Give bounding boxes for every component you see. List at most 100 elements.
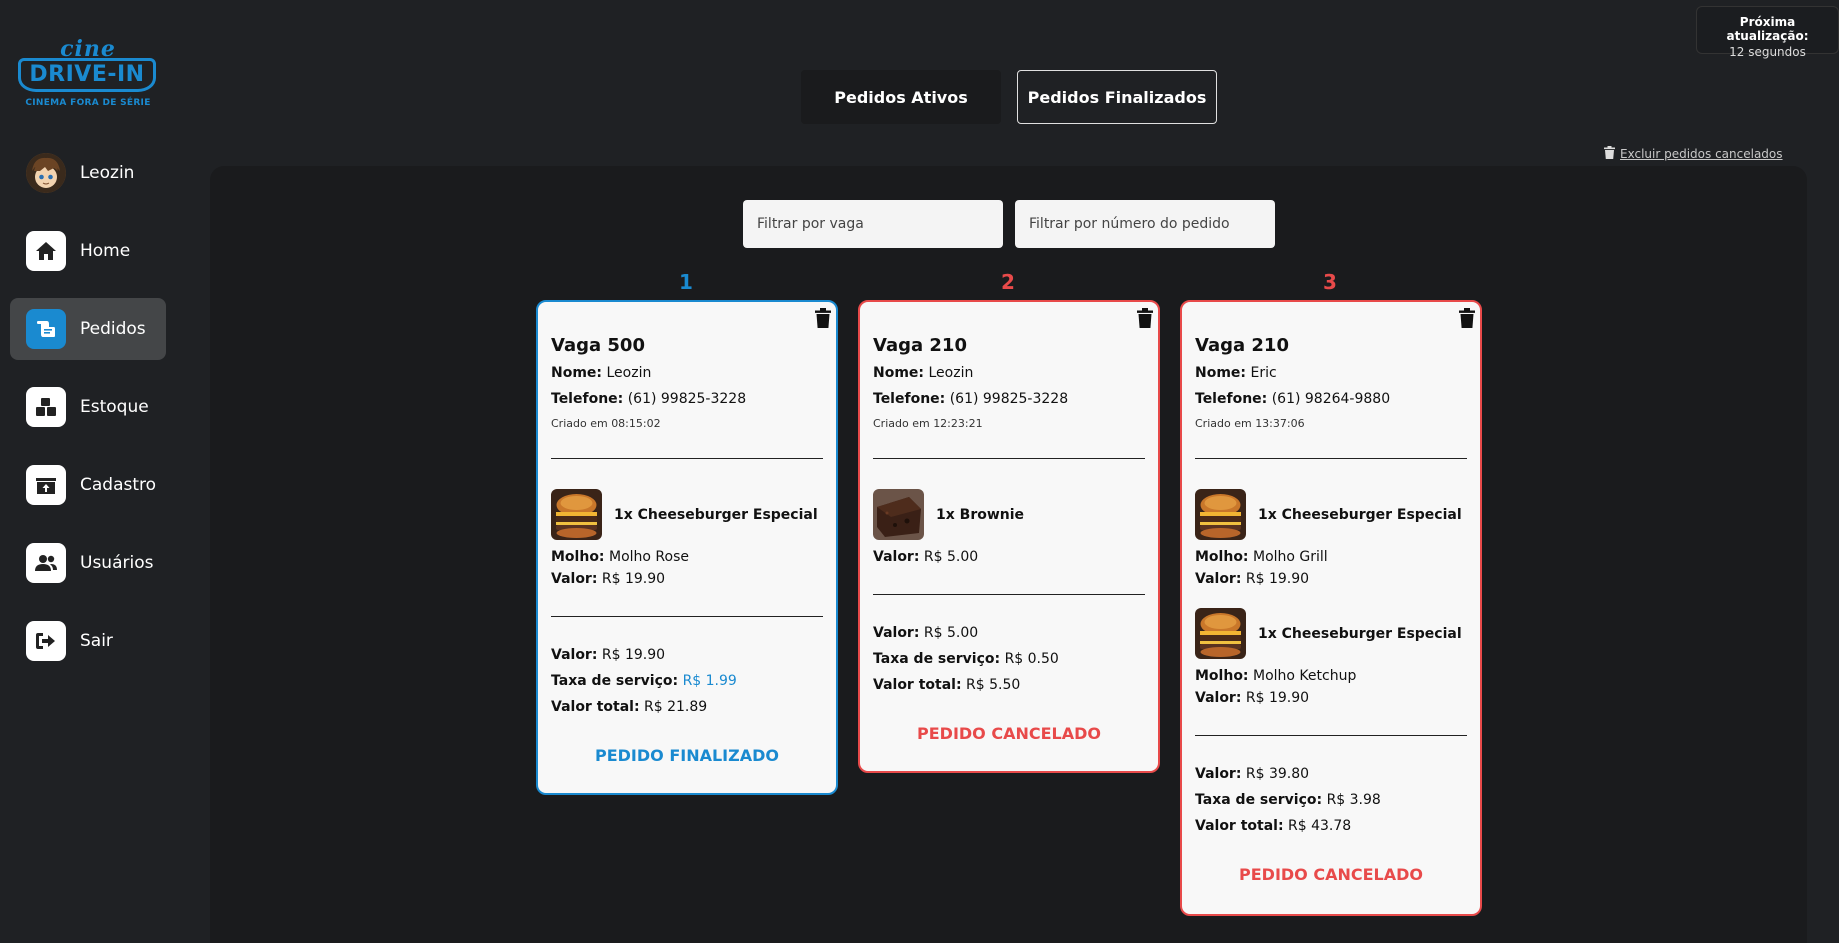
logo-tagline: CINEMA FORA DE SÉRIE [25,98,151,108]
taxa-label: Taxa de serviço: [1195,792,1323,808]
nav-home[interactable]: Home [10,220,166,282]
nav-cadastro[interactable]: Cadastro [10,454,166,516]
nav-usuarios-label: Usuários [80,553,154,573]
valor-label: Valor: [873,549,920,565]
nav-usuarios[interactable]: Usuários [10,532,166,594]
cine-drive-in-logo: cine DRIVE-IN CINEMA FORA DE SÉRIE [18,38,158,114]
telefone-label: Telefone: [1195,391,1268,407]
divider [551,616,823,617]
item-molho-row: Molho: Molho Rose [551,549,823,566]
total-label: Valor total: [1195,818,1284,834]
delete-order-trash-icon[interactable] [1459,308,1475,328]
valor-label: Valor: [551,571,598,587]
logo-drive-in-text: DRIVE-IN [18,58,156,92]
nav-pedidos[interactable]: Pedidos [10,298,166,360]
order-total: R$ 21.89 [644,699,708,715]
cheeseburger-image [1195,608,1246,659]
order-created-at: Criado em 12:23:21 [873,417,983,430]
order-taxa: R$ 3.98 [1326,792,1381,808]
valor-label: Valor: [873,625,920,641]
item-valor: R$ 19.90 [1245,571,1310,587]
tab-pedidos-finalizados[interactable]: Pedidos Finalizados [1017,70,1217,124]
order-created-at: Criado em 13:37:06 [1195,417,1305,430]
user-profile[interactable]: Leozin [10,142,166,204]
tab-pedidos-ativos[interactable]: Pedidos Ativos [801,70,1001,124]
order-total-row: Valor total: R$ 43.78 [1195,818,1467,835]
cheeseburger-image [551,489,602,540]
valor-label: Valor: [1195,766,1242,782]
item-valor-row: Valor: R$ 19.90 [551,571,823,588]
order-item: 1x Cheeseburger Especial Molho: Molho Gr… [1195,489,1467,588]
item-molho: Molho Ketchup [1253,668,1357,684]
next-update-label: Próxima atualização: [1726,15,1809,43]
item-name: 1x Brownie [936,506,1025,523]
order-number: 2 [1001,270,1015,294]
order-nome: Leozin [928,365,974,381]
order-taxa-row: Taxa de serviço: R$ 0.50 [873,651,1145,668]
nome-label: Nome: [1195,365,1247,381]
order-status: PEDIDO CANCELADO [917,724,1101,743]
item-valor-row: Valor: R$ 19.90 [1195,571,1467,588]
order-total-row: Valor total: R$ 5.50 [873,677,1145,694]
nav-pedidos-label: Pedidos [80,319,146,339]
nav-sair[interactable]: Sair [10,610,166,672]
order-item: 1x Brownie Valor: R$ 5.00 [873,489,1145,566]
order-total-row: Valor total: R$ 21.89 [551,699,823,716]
taxa-label: Taxa de serviço: [873,651,1001,667]
telefone-label: Telefone: [873,391,946,407]
order-nome-row: Nome: Leozin [873,365,1145,382]
item-name: 1x Cheeseburger Especial [1258,625,1462,642]
valor-label: Valor: [551,647,598,663]
order-taxa: R$ 0.50 [1004,651,1059,667]
nav-cadastro-label: Cadastro [80,475,157,495]
order-item: 1x Cheeseburger Especial Molho: Molho Ro… [551,489,823,588]
order-valor-row: Valor: R$ 19.90 [551,647,823,664]
order-vaga: Vaga 210 [873,335,967,356]
cheeseburger-image [1195,489,1246,540]
valor-label: Valor: [1195,690,1242,706]
order-nome-row: Nome: Leozin [551,365,823,382]
order-valor-row: Valor: R$ 5.00 [873,625,1145,642]
order-total: R$ 5.50 [966,677,1021,693]
molho-label: Molho: [1195,668,1249,684]
order-valor-row: Valor: R$ 39.80 [1195,766,1467,783]
divider [873,458,1145,459]
user-name: Leozin [80,163,135,183]
total-label: Valor total: [873,677,962,693]
order-taxa: R$ 1.99 [682,673,737,689]
order-item: 1x Cheeseburger Especial Molho: Molho Ke… [1195,608,1467,707]
nav-home-label: Home [80,241,131,261]
order-vaga: Vaga 210 [1195,335,1289,356]
filter-vaga-input[interactable] [743,200,1003,248]
order-status: PEDIDO CANCELADO [1239,865,1423,884]
filter-order-number-input[interactable] [1015,200,1275,248]
avatar [26,153,66,193]
total-label: Valor total: [551,699,640,715]
boxes-icon [26,387,66,427]
register-icon [26,465,66,505]
delete-order-trash-icon[interactable] [815,308,831,328]
item-valor-row: Valor: R$ 5.00 [873,549,1145,566]
order-nome: Leozin [606,365,652,381]
order-number: 1 [679,270,693,294]
item-valor: R$ 5.00 [923,549,979,565]
divider [1195,735,1467,736]
molho-label: Molho: [1195,549,1249,565]
sidebar: cine DRIVE-IN CINEMA FORA DE SÉRIE Leozi… [0,0,176,943]
logout-icon [26,621,66,661]
order-telefone-row: Telefone: (61) 99825-3228 [873,391,1145,408]
item-valor: R$ 19.90 [1245,690,1310,706]
order-valor: R$ 5.00 [923,625,979,641]
nav-estoque-label: Estoque [80,397,149,417]
order-telefone-row: Telefone: (61) 98264-9880 [1195,391,1467,408]
divider [551,458,823,459]
nav-estoque[interactable]: Estoque [10,376,166,438]
order-card: Vaga 210 Nome: Leozin Telefone: (61) 998… [858,300,1160,773]
delete-order-trash-icon[interactable] [1137,308,1153,328]
clear-canceled-orders-link[interactable]: Excluir pedidos cancelados [1604,146,1783,162]
order-telefone: (61) 98264-9880 [1271,391,1391,407]
valor-label: Valor: [1195,571,1242,587]
next-update-indicator: Próxima atualização: 12 segundos [1696,6,1839,59]
nome-label: Nome: [551,365,603,381]
order-telefone: (61) 99825-3228 [949,391,1069,407]
